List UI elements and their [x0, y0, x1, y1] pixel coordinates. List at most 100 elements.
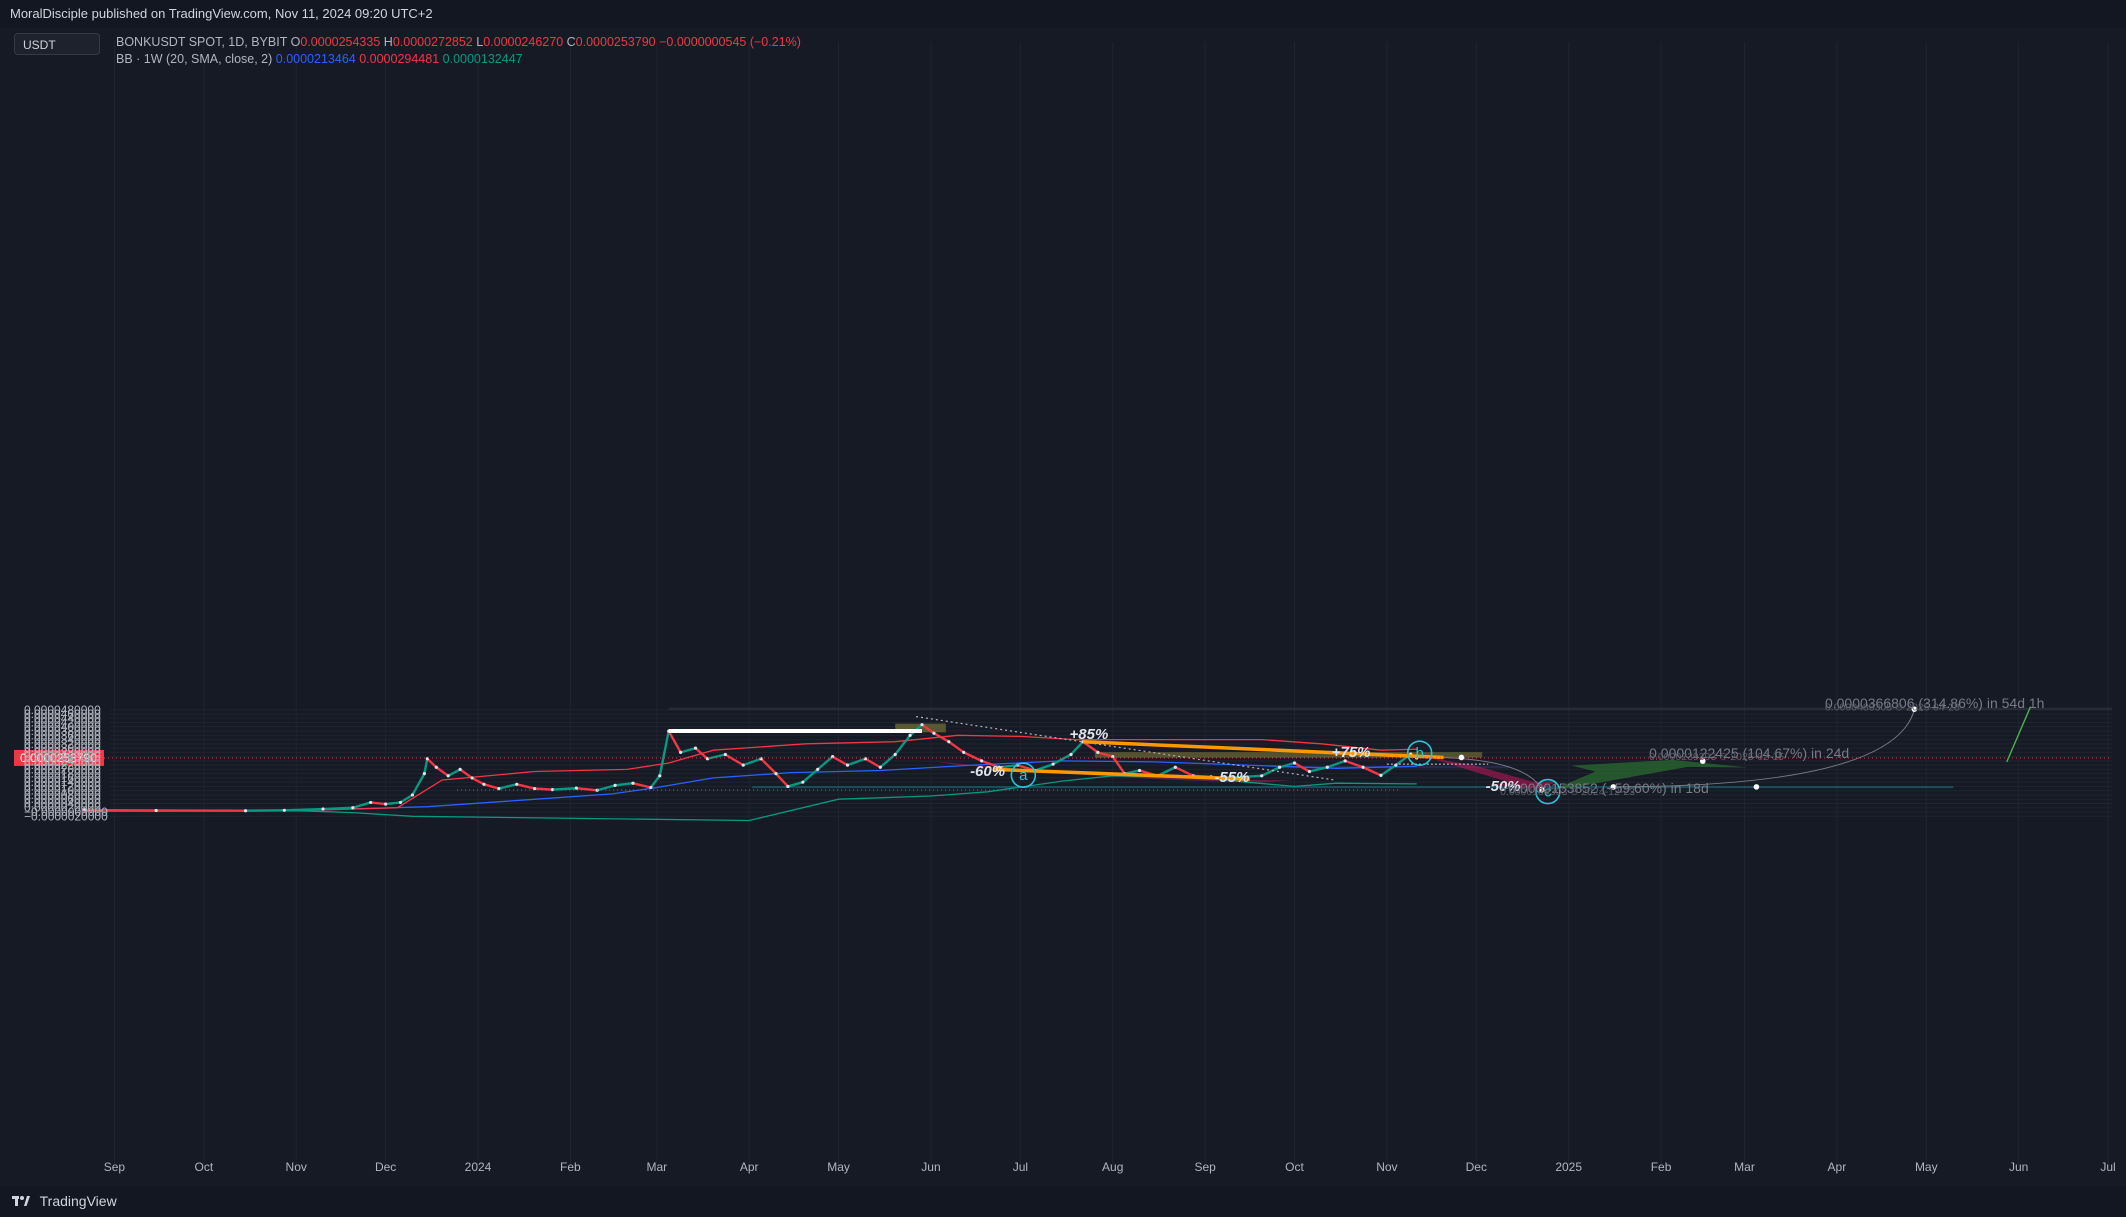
price-point	[422, 772, 426, 776]
x-tick-label: Dec	[375, 1160, 396, 1174]
x-tick-label: Nov	[286, 1160, 307, 1174]
price-point	[1260, 774, 1264, 778]
x-tick-label: Nov	[1376, 1160, 1397, 1174]
price-chart[interactable]: 0.0000253790 0.00004800000.00004600000.0…	[0, 28, 2126, 1186]
percent-label: -55%	[1214, 769, 1249, 786]
close-label: C	[566, 35, 576, 49]
x-tick-label: May	[827, 1160, 850, 1174]
price-segment	[284, 807, 324, 812]
quote-currency-label: USDT	[23, 38, 56, 52]
bb-upper-value: 0.0000294481	[359, 52, 440, 66]
price-point	[369, 800, 373, 805]
x-tick-label: Jul	[2100, 1160, 2115, 1174]
open-label: O	[290, 35, 301, 49]
x-tick-label: 2024	[465, 1160, 492, 1174]
x-tick-label: 2025	[1555, 1160, 1582, 1174]
chart-legend: BONKUSDT SPOT, 1D, BYBIT O0.0000254335 H…	[116, 34, 801, 68]
y-axis[interactable]: 0.00004800000.00004600000.00004400000.00…	[24, 703, 108, 824]
price-point	[613, 783, 617, 787]
price-point	[947, 740, 951, 744]
anchor-point[interactable]	[1458, 754, 1465, 761]
x-tick-label: Apr	[740, 1160, 759, 1174]
price-point	[482, 782, 486, 786]
price-point	[723, 752, 727, 757]
support-zone	[752, 786, 1954, 789]
wave-label: b	[1416, 745, 1424, 762]
low-value: 0.0000246270	[483, 35, 564, 49]
price-point	[932, 731, 936, 735]
publisher-bar: MoralDisciple published on TradingView.c…	[0, 0, 2126, 28]
price-point	[1173, 765, 1177, 769]
price-point	[1307, 769, 1312, 774]
price-point	[1137, 768, 1142, 773]
price-point	[893, 752, 897, 757]
open-value: 0.0000254335	[300, 35, 381, 49]
price-point	[243, 809, 248, 813]
percent-label: +85%	[1070, 726, 1109, 743]
price-point	[154, 808, 158, 813]
price-point	[816, 767, 820, 772]
wave-label: a	[1019, 767, 1028, 784]
price-point	[398, 800, 403, 805]
price-point	[434, 765, 438, 769]
price-point	[282, 808, 286, 812]
price-point	[631, 781, 635, 785]
price-segment	[385, 801, 401, 806]
price-segment	[552, 786, 577, 791]
x-tick-label: Feb	[560, 1160, 581, 1174]
y-tick-label: −0.0000020000	[24, 809, 108, 823]
high-value: 0.0000272852	[392, 35, 473, 49]
price-point	[845, 763, 850, 767]
price-point	[515, 782, 519, 786]
price-point	[410, 793, 415, 797]
measure-label: 0.0000483305 ⏲ 2025-04-28	[1825, 702, 1960, 714]
measure-label: 0.0000239393 ⏲ 2025-02-15	[1649, 751, 1784, 763]
price-point	[384, 802, 388, 806]
x-tick-label: Mar	[646, 1160, 667, 1174]
price-point	[980, 759, 984, 763]
quote-currency-button[interactable]: USDT	[14, 33, 100, 55]
tradingview-logo-icon	[12, 1196, 30, 1206]
price-point	[693, 746, 698, 750]
price-point	[759, 757, 763, 761]
price-point	[679, 750, 683, 754]
publisher-text: MoralDisciple published on TradingView.c…	[10, 6, 433, 21]
measure-label: 0.0000104303 ⏲ 2024-12-23	[1500, 786, 1635, 798]
price-point	[321, 807, 325, 811]
x-tick-label: Sep	[104, 1160, 126, 1174]
anchor-point[interactable]	[1753, 784, 1760, 790]
symbol-legend-row: BONKUSDT SPOT, 1D, BYBIT O0.0000254335 H…	[116, 34, 801, 51]
change-value: −0.0000000545 (−0.21%)	[659, 35, 801, 49]
percent-label: +75%	[1332, 744, 1371, 761]
symbol-name[interactable]: BONKUSDT SPOT, 1D, BYBIT	[116, 35, 287, 49]
footer-brand[interactable]: TradingView	[40, 1193, 117, 1209]
x-tick-label: Feb	[1651, 1160, 1672, 1174]
bb-indicator-label[interactable]: BB · 1W (20, SMA, close, 2)	[116, 52, 272, 66]
x-tick-label: Jul	[1013, 1160, 1028, 1174]
bb-basis-value: 0.0000213464	[275, 52, 356, 66]
price-point	[1292, 761, 1297, 765]
high-label: H	[383, 35, 393, 49]
price-point	[741, 763, 745, 767]
price-point	[774, 772, 778, 776]
price-segment	[534, 787, 553, 791]
x-tick-label: Oct	[195, 1160, 214, 1174]
x-tick-label: Jun	[2009, 1160, 2028, 1174]
price-point	[574, 786, 578, 790]
price-point	[962, 750, 966, 754]
price-segment	[322, 806, 353, 811]
bb-legend-row: BB · 1W (20, SMA, close, 2) 0.0000213464…	[116, 51, 801, 68]
price-segment	[370, 801, 386, 806]
price-point	[1361, 765, 1365, 769]
close-value: 0.0000253790	[575, 35, 656, 49]
bb-lower-value: 0.0000132447	[442, 52, 523, 66]
price-point	[878, 765, 882, 769]
price-point	[1069, 752, 1073, 757]
x-tick-label: May	[1915, 1160, 1938, 1174]
x-tick-label: Dec	[1466, 1160, 1487, 1174]
percent-label: -60%	[970, 763, 1005, 780]
price-point	[1051, 762, 1055, 766]
x-tick-label: Aug	[1102, 1160, 1123, 1174]
price-point	[801, 780, 805, 784]
price-point	[658, 774, 662, 778]
